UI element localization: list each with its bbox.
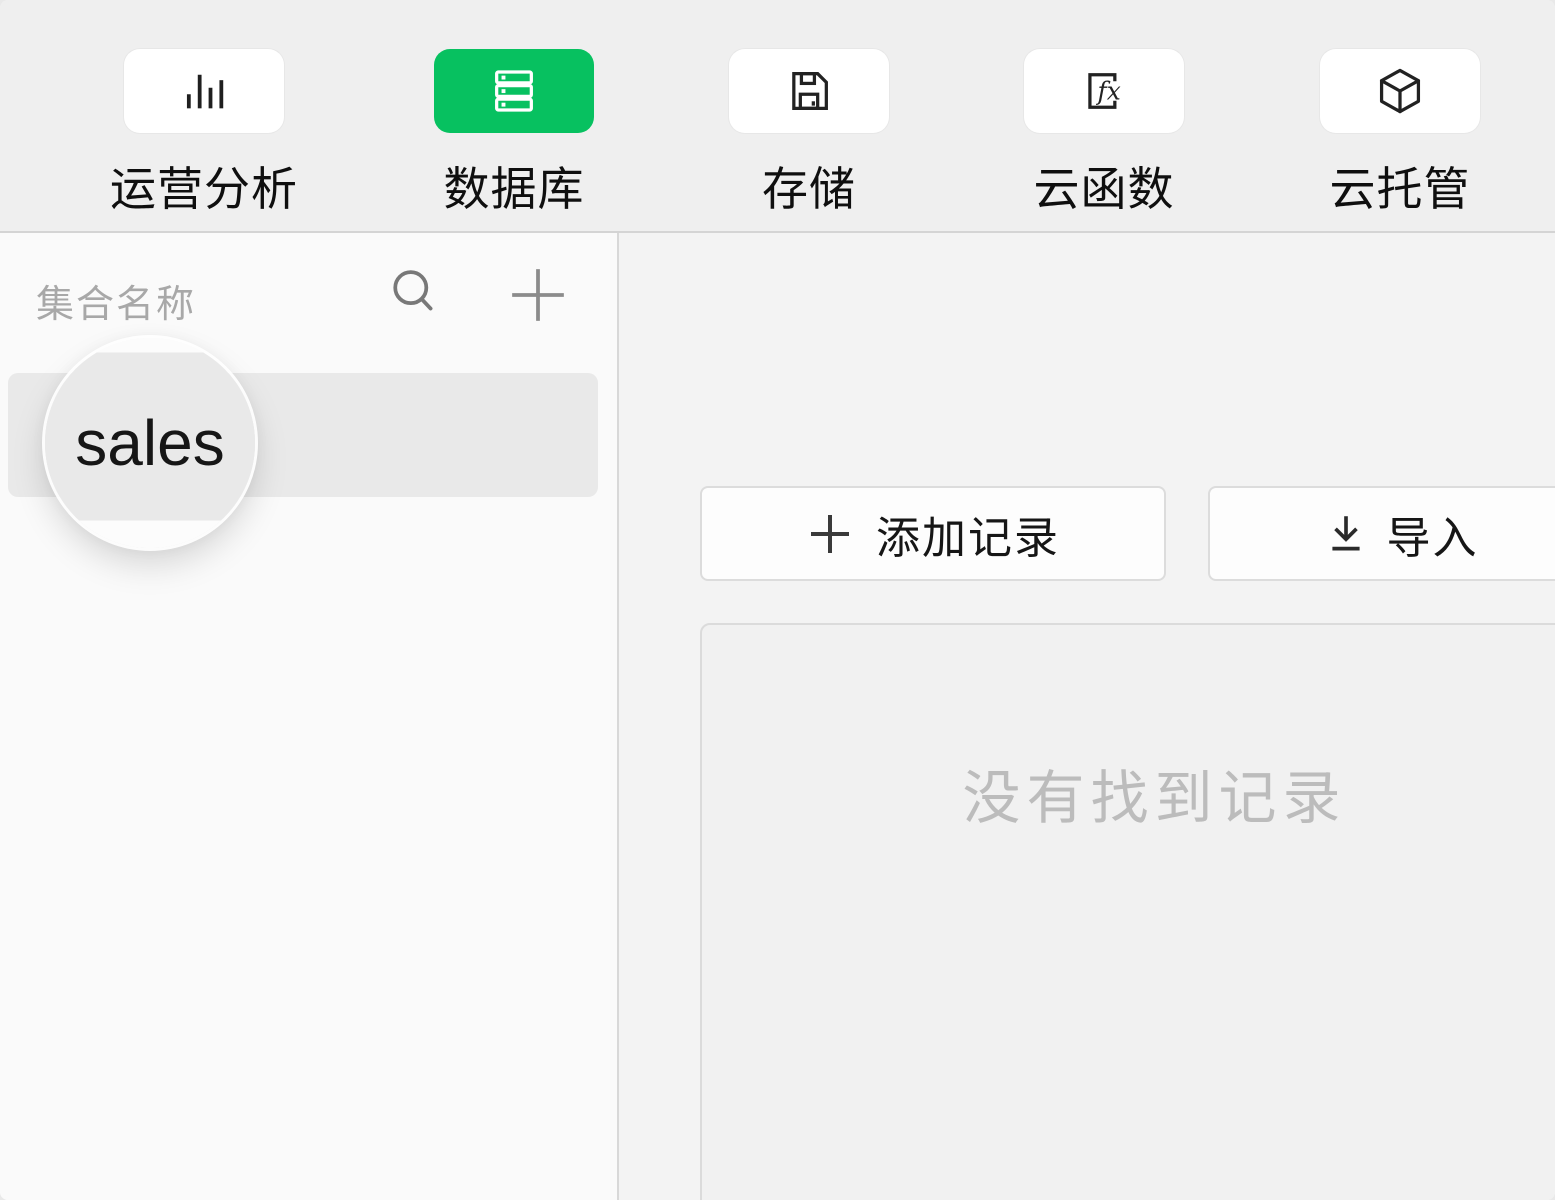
cloudbase-console-window: 运营分析 数据库 [0,0,1555,1200]
add-collection-icon[interactable] [510,267,566,323]
import-label: 导入 [1387,502,1479,566]
magnifier-loupe-annotation: sales [45,338,255,548]
tab-label: 云托管 [1330,153,1471,219]
download-icon [1323,511,1369,557]
tab-database[interactable]: 数据库 [384,0,644,231]
database-icon[interactable] [434,49,594,133]
records-main-area: 添加记录 导入 没有找到记录 [619,233,1555,1200]
tab-label: 云函数 [1034,153,1175,219]
function-fx-icon[interactable]: fx [1024,49,1184,133]
tab-operations-analysis[interactable]: 运营分析 [74,0,334,231]
no-records-message: 没有找到记录 [702,751,1555,835]
top-toolbar: 运营分析 数据库 [0,0,1555,233]
plus-icon [806,510,854,558]
tab-storage[interactable]: 存储 [679,0,939,231]
tab-label: 数据库 [444,153,585,219]
import-button[interactable]: 导入 [1208,486,1555,581]
tab-cloud-functions[interactable]: fx 云函数 [974,0,1234,231]
svg-text:fx: fx [1096,77,1121,106]
bar-chart-icon[interactable] [124,49,284,133]
collection-name-label: 集合名称 [36,273,196,328]
add-record-button[interactable]: 添加记录 [700,486,1166,581]
cube-icon[interactable] [1320,49,1480,133]
loupe-text: sales [75,406,224,480]
save-icon[interactable] [729,49,889,133]
collections-sidebar: 集合名称 sales sales [0,233,619,1200]
add-record-label: 添加记录 [876,502,1060,566]
search-icon[interactable] [386,263,442,323]
tab-label: 运营分析 [110,153,298,219]
tab-label: 存储 [762,153,856,219]
tab-cloud-hosting[interactable]: 云托管 [1270,0,1530,231]
records-empty-panel: 没有找到记录 [700,623,1555,1200]
